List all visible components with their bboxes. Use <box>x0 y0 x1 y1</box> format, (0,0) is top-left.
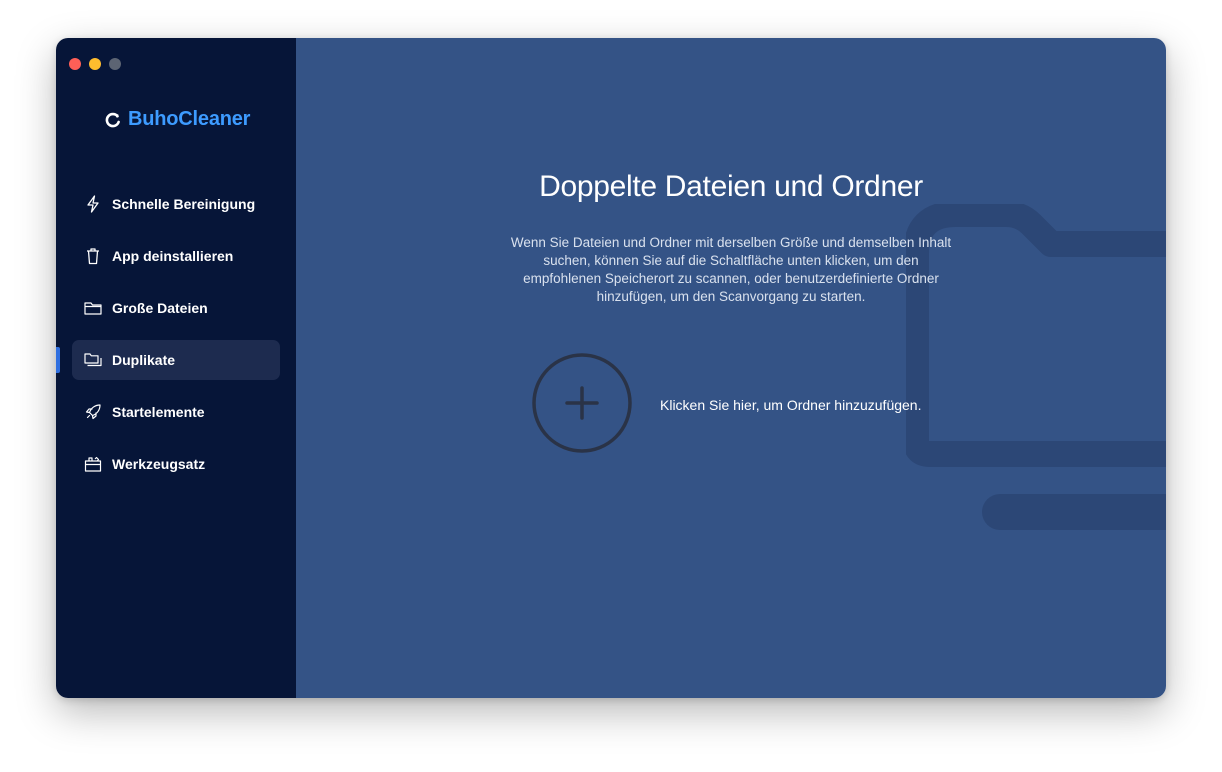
sidebar-item-toolkit[interactable]: Werkzeugsatz <box>72 444 280 484</box>
rocket-icon <box>84 403 102 421</box>
sidebar-item-label: Große Dateien <box>112 300 208 316</box>
sidebar-item-quick-clean[interactable]: Schnelle Bereinigung <box>72 184 280 224</box>
sidebar-item-label: Startelemente <box>112 404 205 420</box>
active-indicator <box>56 347 60 373</box>
sidebar-item-large-files[interactable]: Große Dateien <box>72 288 280 328</box>
minimize-window-button[interactable] <box>89 58 101 70</box>
sidebar-item-label: Werkzeugsatz <box>112 456 206 472</box>
add-folder-label[interactable]: Klicken Sie hier, um Ordner hinzuzufügen… <box>660 397 921 413</box>
sidebar-item-label: Duplikate <box>112 352 176 368</box>
folder-icon <box>84 299 102 317</box>
sidebar-nav: Schnelle Bereinigung App deinstallieren … <box>72 184 280 496</box>
app-logo: BuhoCleaner <box>104 108 250 131</box>
trash-icon <box>84 247 102 265</box>
close-window-button[interactable] <box>69 58 81 70</box>
lightning-icon <box>84 195 102 213</box>
zoom-window-button <box>109 58 121 70</box>
app-window: BuhoCleaner Schnelle Bereinigung App dei… <box>56 38 1166 698</box>
sidebar-item-label: App deinstallieren <box>112 248 234 264</box>
sidebar-item-duplicates[interactable]: Duplikate <box>72 340 280 380</box>
page-title: Doppelte Dateien und Ordner <box>539 170 923 203</box>
page-description: Wenn Sie Dateien und Ordner mit derselbe… <box>510 235 952 304</box>
window-controls <box>69 58 121 70</box>
app-name: BuhoCleaner <box>128 108 251 130</box>
duplicate-folders-icon <box>84 351 102 369</box>
sidebar-item-label: Schnelle Bereinigung <box>112 196 256 212</box>
plus-circle-icon <box>532 353 632 453</box>
sidebar: BuhoCleaner Schnelle Bereinigung App dei… <box>56 38 296 698</box>
toolbox-icon <box>84 455 102 473</box>
sidebar-item-startup-items[interactable]: Startelemente <box>72 392 280 432</box>
add-folder-button[interactable] <box>532 353 632 453</box>
main-panel: Doppelte Dateien und Ordner Wenn Sie Dat… <box>296 38 1166 698</box>
buho-logo-icon <box>105 112 120 127</box>
sidebar-item-uninstall-app[interactable]: App deinstallieren <box>72 236 280 276</box>
